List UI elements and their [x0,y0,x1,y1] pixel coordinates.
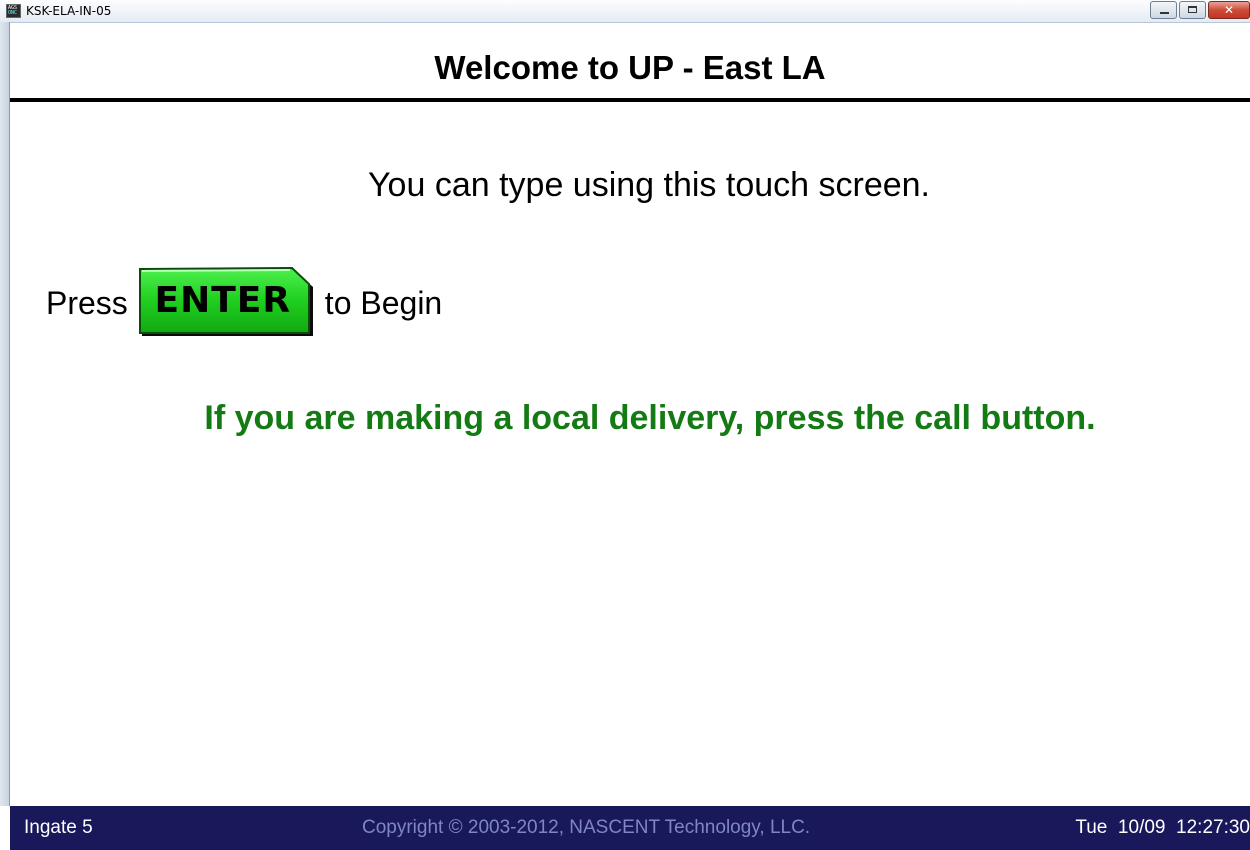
press-label: Press [46,284,128,321]
page-title: Welcome to UP - East LA [434,49,826,86]
minimize-icon [1160,12,1169,14]
copyright-notice: Copyright © 2003-2012, NASCENT Technolog… [362,817,811,838]
local-delivery-notice: If you are making a local delivery, pres… [204,399,1096,437]
maximize-icon [1188,6,1197,13]
close-button[interactable]: ✕ [1208,1,1250,19]
page-header: Welcome to UP - East LA [10,22,1250,99]
app-icon-text-bottom: ONC [8,10,18,16]
window-title: KSK-ELA-IN-05 [26,4,112,18]
minimize-button[interactable] [1150,1,1177,19]
to-begin-label: to Begin [324,284,443,321]
maximize-button[interactable] [1179,1,1206,19]
date-time: Tue 10/09 12:27:30 [1075,817,1250,838]
kiosk-window: AGS ONC KSK-ELA-IN-05 ✕ Welcome to UP - … [0,0,1250,850]
app-icon: AGS ONC [6,4,21,18]
status-bar: Ingate 5 Copyright © 2003-2012, NASCENT … [10,806,1250,850]
enter-button[interactable]: ENTER [138,267,318,339]
press-enter-instruction: Press ENTER to Begin [46,266,442,340]
enter-button-label: ENTER [154,280,292,321]
title-bar[interactable]: AGS ONC KSK-ELA-IN-05 ✕ [0,0,1250,23]
window-frame-left [0,22,10,806]
header-divider [10,98,1250,102]
lane-location: Ingate 5 [24,817,93,838]
window-controls: ✕ [1150,0,1250,20]
close-icon: ✕ [1223,3,1235,17]
touch-screen-hint: You can type using this touch screen. [368,166,930,204]
